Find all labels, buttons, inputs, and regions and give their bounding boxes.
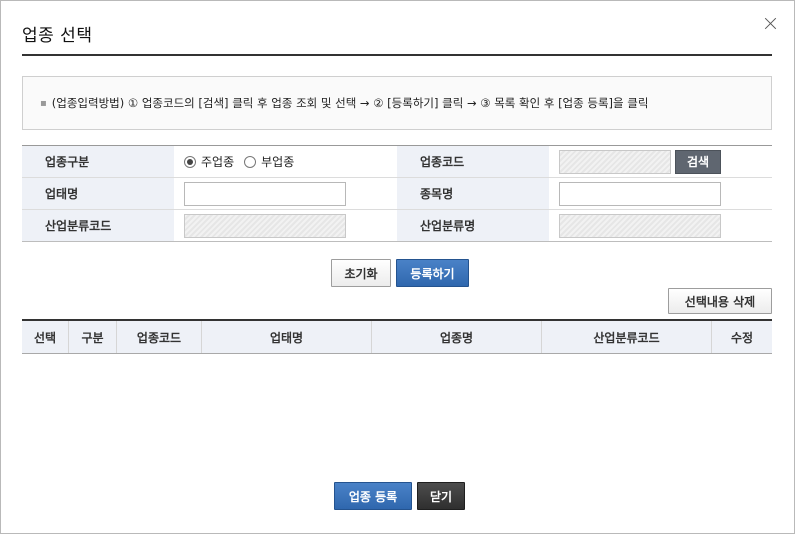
- form-row-names: 업태명 종목명: [22, 178, 772, 210]
- business-code-cell: 검색: [549, 146, 772, 177]
- business-code-input[interactable]: [559, 149, 671, 174]
- radio-sub-label: 부업종: [261, 155, 295, 169]
- industry-code-label: 산업분류코드: [22, 210, 174, 241]
- col-business-category: 업태명: [202, 321, 372, 353]
- instruction-box: ▪ (업종입력방법) ① 업종코드의 [검색] 클릭 후 업종 조회 및 선택 …: [22, 76, 772, 130]
- title-divider: [22, 54, 772, 56]
- col-edit: 수정: [730, 330, 754, 345]
- industry-code-cell: [174, 210, 397, 241]
- item-name-cell: [549, 178, 772, 209]
- dialog-title: 업종 선택: [22, 26, 93, 46]
- col-industry-name: 업종명: [372, 321, 542, 353]
- close-button[interactable]: 닫기: [417, 482, 465, 510]
- industry-list-table: 선택 구분 업종코드 업태명 업종명 산업분류코드 수정: [22, 319, 772, 354]
- radio-sub-industry[interactable]: 부업종: [244, 153, 294, 170]
- business-category-label: 업태명: [22, 178, 174, 209]
- industry-name-input: [559, 213, 721, 238]
- industry-select-dialog: 업종 선택 ▪ (업종입력방법) ① 업종코드의 [검색] 클릭 후 업종 조회…: [0, 0, 795, 534]
- item-name-input[interactable]: [559, 181, 721, 206]
- reset-button[interactable]: 초기화: [331, 259, 391, 287]
- table-header: 선택 구분 업종코드 업태명 업종명 산업분류코드 수정: [22, 321, 772, 354]
- business-type-cell: 주업종 부업종: [174, 146, 397, 177]
- bullet-icon: ▪: [40, 97, 47, 109]
- business-category-cell: [174, 178, 397, 209]
- business-category-input[interactable]: [184, 181, 346, 206]
- industry-code-input: [184, 213, 346, 238]
- col-business-code: 업종코드: [117, 321, 202, 353]
- close-icon[interactable]: [762, 15, 780, 33]
- col-select: 선택: [22, 321, 69, 353]
- col-type: 구분: [69, 321, 117, 353]
- item-name-label: 종목명: [397, 178, 549, 209]
- search-button[interactable]: 검색: [675, 149, 721, 174]
- industry-name-cell: [549, 210, 772, 241]
- form-row-type: 업종구분 주업종 부업종 업종코드 검색: [22, 146, 772, 178]
- radio-unchecked-icon[interactable]: [244, 155, 257, 168]
- radio-main-industry[interactable]: 주업종: [184, 153, 234, 170]
- instruction-text: (업종입력방법) ① 업종코드의 [검색] 클릭 후 업종 조회 및 선택 → …: [51, 96, 649, 110]
- delete-selected-button[interactable]: 선택내용 삭제: [668, 288, 772, 314]
- radio-checked-icon[interactable]: [184, 155, 196, 168]
- register-button[interactable]: 등록하기: [396, 259, 469, 287]
- form-row-industry: 산업분류코드 산업분류명: [22, 210, 772, 242]
- industry-register-button[interactable]: 업종 등록: [334, 482, 412, 510]
- radio-main-label: 주업종: [201, 155, 235, 169]
- col-industry-code: 산업분류코드: [542, 321, 712, 353]
- search-form: 업종구분 주업종 부업종 업종코드 검색 업태명 종목명 산업분류코드 산업분류…: [22, 145, 772, 242]
- industry-name-label: 산업분류명: [397, 210, 549, 241]
- business-type-label: 업종구분: [22, 146, 174, 177]
- business-code-label: 업종코드: [397, 146, 549, 177]
